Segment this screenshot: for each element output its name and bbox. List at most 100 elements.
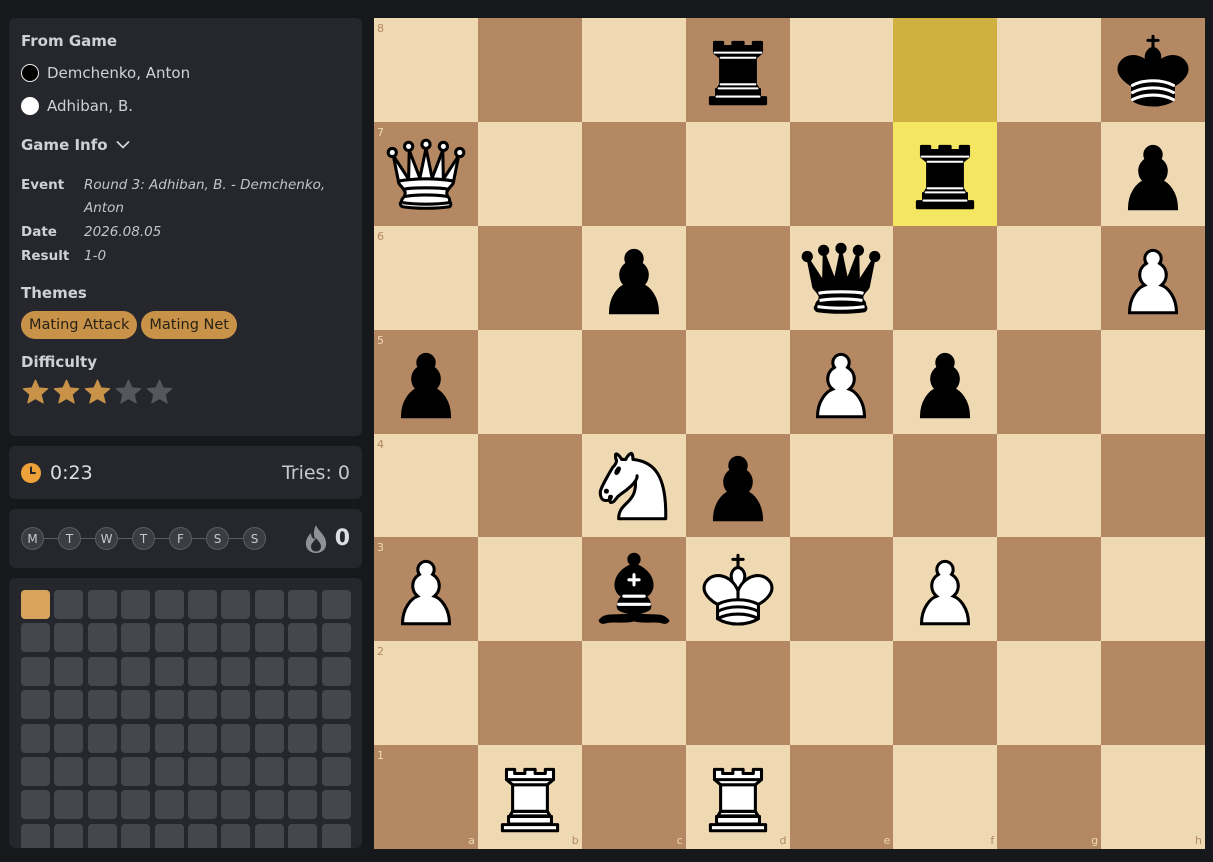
puzzle-cell[interactable] (87, 623, 117, 653)
square-b5[interactable] (477, 329, 582, 434)
puzzle-cell[interactable] (288, 690, 318, 720)
square-b8[interactable] (477, 18, 582, 122)
square-e1[interactable]: e (789, 745, 894, 849)
theme-tag[interactable]: Mating Attack (21, 311, 138, 339)
square-h3[interactable] (1101, 537, 1205, 642)
square-d5[interactable] (685, 329, 790, 434)
puzzle-cell[interactable] (187, 590, 217, 619)
white-rook-icon[interactable] (686, 745, 790, 849)
puzzle-cell[interactable] (21, 690, 50, 720)
puzzle-cell[interactable] (321, 590, 351, 619)
puzzle-cell[interactable] (187, 690, 217, 720)
square-f8[interactable] (893, 18, 998, 122)
puzzle-cell[interactable] (288, 656, 318, 686)
puzzle-cell[interactable] (321, 756, 351, 786)
square-h2[interactable] (1101, 641, 1205, 746)
puzzle-cell[interactable] (321, 690, 351, 720)
square-g2[interactable] (997, 641, 1102, 746)
square-c7[interactable] (581, 121, 686, 226)
puzzle-cell[interactable] (21, 823, 50, 848)
square-a8[interactable]: 8 (374, 18, 478, 122)
puzzle-cell[interactable] (54, 723, 84, 753)
square-a6[interactable]: 6 (374, 225, 478, 330)
puzzle-cell[interactable] (288, 756, 318, 786)
square-d2[interactable] (685, 641, 790, 746)
black-pawn-icon[interactable] (582, 226, 686, 330)
puzzle-cell[interactable] (254, 723, 284, 753)
puzzle-cell[interactable] (288, 823, 318, 848)
square-c8[interactable] (581, 18, 686, 122)
puzzle-cell[interactable] (21, 623, 50, 653)
square-b2[interactable] (477, 641, 582, 746)
square-e3[interactable] (789, 537, 894, 642)
square-f1[interactable]: f (893, 745, 998, 849)
square-h4[interactable] (1101, 433, 1205, 538)
puzzle-cell[interactable] (121, 823, 151, 848)
puzzle-cell[interactable] (87, 690, 117, 720)
puzzle-cell[interactable] (221, 656, 251, 686)
puzzle-cell[interactable] (54, 756, 84, 786)
puzzle-cell[interactable] (87, 823, 117, 848)
puzzle-cell[interactable] (221, 590, 251, 619)
puzzle-cell[interactable] (288, 623, 318, 653)
square-f6[interactable] (893, 225, 998, 330)
puzzle-cell[interactable] (121, 723, 151, 753)
puzzle-cell[interactable] (121, 656, 151, 686)
puzzle-cell[interactable] (254, 823, 284, 848)
square-f2[interactable] (893, 641, 998, 746)
black-king-icon[interactable] (1101, 18, 1205, 122)
black-pawn-icon[interactable] (686, 434, 790, 538)
square-g3[interactable] (997, 537, 1102, 642)
square-c1[interactable]: c (581, 745, 686, 849)
puzzle-cell[interactable] (187, 823, 217, 848)
puzzle-cell[interactable] (288, 590, 318, 619)
black-pawn-icon[interactable] (893, 330, 997, 434)
white-pawn-icon[interactable] (374, 537, 478, 641)
puzzle-cell[interactable] (221, 623, 251, 653)
puzzle-cell[interactable] (221, 723, 251, 753)
square-e7[interactable] (789, 121, 894, 226)
puzzle-cell[interactable] (54, 656, 84, 686)
puzzle-cell[interactable] (221, 756, 251, 786)
square-b3[interactable] (477, 537, 582, 642)
square-a4[interactable]: 4 (374, 433, 478, 538)
square-g8[interactable] (997, 18, 1102, 122)
black-rook-icon[interactable] (686, 18, 790, 122)
puzzle-cell[interactable] (321, 790, 351, 820)
square-g5[interactable] (997, 329, 1102, 434)
game-info-toggle[interactable]: Game Info (21, 136, 350, 154)
black-pawn-icon[interactable] (374, 330, 478, 434)
puzzle-cell[interactable] (187, 623, 217, 653)
black-rook-icon[interactable] (893, 122, 997, 226)
puzzle-cell[interactable] (21, 656, 50, 686)
square-c5[interactable] (581, 329, 686, 434)
square-c2[interactable] (581, 641, 686, 746)
white-king-icon[interactable] (686, 537, 790, 641)
white-pawn-icon[interactable] (1101, 226, 1205, 330)
puzzle-cell[interactable] (288, 790, 318, 820)
white-pawn-icon[interactable] (893, 537, 997, 641)
square-h1[interactable]: h (1101, 745, 1205, 849)
square-b7[interactable] (477, 121, 582, 226)
puzzle-cell[interactable] (288, 723, 318, 753)
puzzle-cell[interactable] (187, 656, 217, 686)
puzzle-cell[interactable] (87, 656, 117, 686)
square-g6[interactable] (997, 225, 1102, 330)
theme-tag[interactable]: Mating Net (141, 311, 237, 339)
puzzle-cell[interactable] (87, 756, 117, 786)
puzzle-cell[interactable] (121, 590, 151, 619)
puzzle-cell[interactable] (54, 790, 84, 820)
puzzle-cell[interactable] (154, 723, 184, 753)
black-pawn-icon[interactable] (1101, 122, 1205, 226)
white-knight-icon[interactable] (582, 434, 686, 538)
square-g1[interactable]: g (997, 745, 1102, 849)
puzzle-cell-completed[interactable] (21, 590, 50, 619)
puzzle-cell[interactable] (254, 690, 284, 720)
puzzle-cell[interactable] (21, 756, 50, 786)
puzzle-cell[interactable] (321, 623, 351, 653)
puzzle-cell[interactable] (254, 790, 284, 820)
square-b4[interactable] (477, 433, 582, 538)
puzzle-cell[interactable] (221, 823, 251, 848)
square-f4[interactable] (893, 433, 998, 538)
puzzle-cell[interactable] (87, 590, 117, 619)
